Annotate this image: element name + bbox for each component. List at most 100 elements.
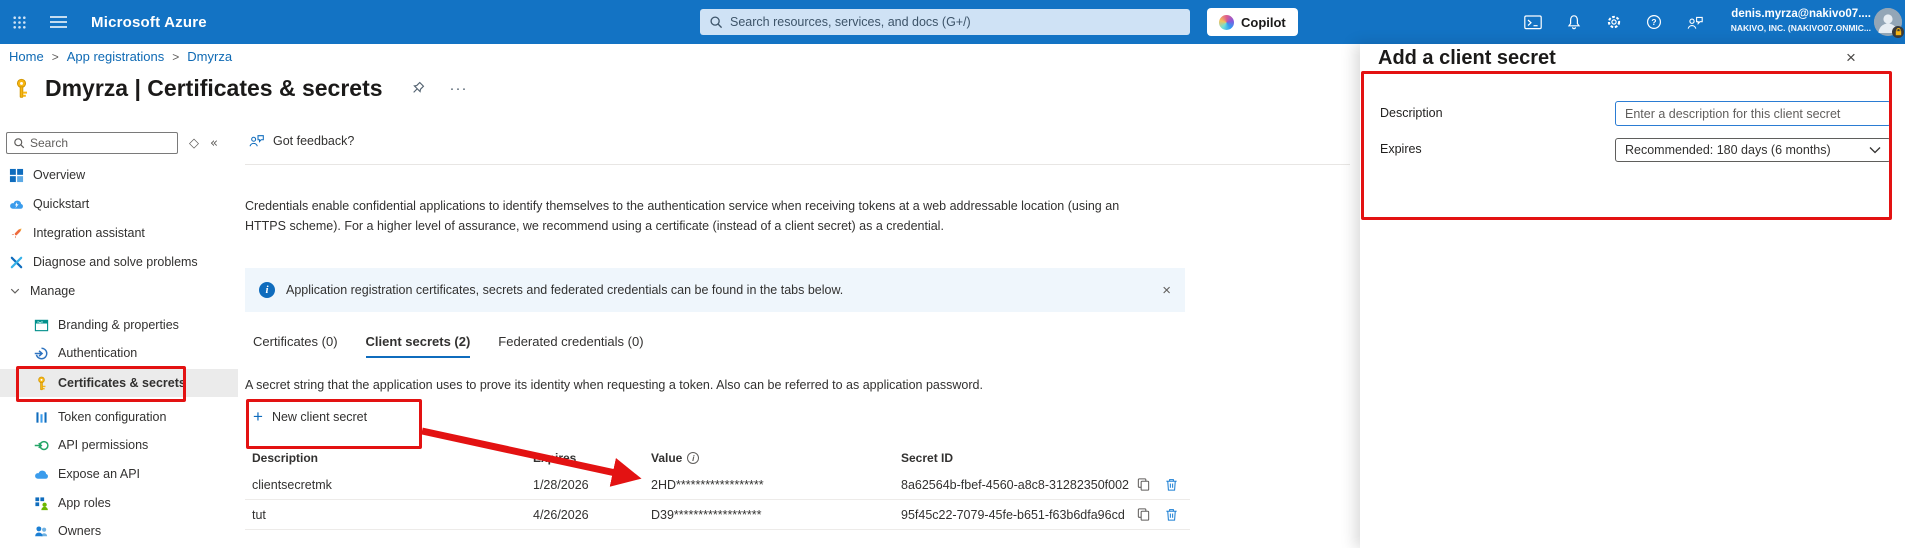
- tab-certificates[interactable]: Certificates (0): [253, 334, 338, 358]
- copilot-icon: [1219, 15, 1234, 30]
- secret-id: 8a62564b-fbef-4560-a8c8-31282350f002: [901, 478, 1136, 492]
- sidebar-item-owners[interactable]: Owners: [0, 517, 238, 545]
- page-header: Dmyrza | Certificates & secrets ···: [11, 72, 468, 104]
- copilot-button[interactable]: Copilot: [1207, 8, 1298, 36]
- account-tenant: NAKIVO, INC. (NAKIVO07.ONMIC...: [1731, 23, 1871, 34]
- expires-selected-value: Recommended: 180 days (6 months): [1625, 143, 1831, 157]
- copy-icon[interactable]: [1136, 477, 1151, 492]
- more-actions-icon[interactable]: ···: [450, 80, 468, 97]
- search-icon: [709, 15, 723, 29]
- table-row[interactable]: clientsecretmk 1/28/2026 2HD************…: [245, 470, 1190, 500]
- client-secret-description-text: A secret string that the application use…: [245, 378, 983, 392]
- value-info-icon[interactable]: i: [687, 452, 699, 464]
- tab-bar: Certificates (0) Client secrets (2) Fede…: [253, 334, 644, 358]
- credentials-intro-text: Credentials enable confidential applicat…: [245, 196, 1153, 236]
- tab-federated-credentials[interactable]: Federated credentials (0): [498, 334, 643, 358]
- col-expires: Expires: [533, 451, 651, 465]
- collapse-menu-icon[interactable]: «: [210, 136, 218, 151]
- page-title: Dmyrza | Certificates & secrets: [45, 75, 383, 102]
- delete-icon[interactable]: [1164, 507, 1179, 522]
- pin-blade-icon[interactable]: ◇: [189, 136, 199, 151]
- sidebar-item-expose-api[interactable]: Expose an API: [0, 460, 238, 488]
- panel-close-icon[interactable]: ×: [1846, 48, 1856, 68]
- secret-id: 95f45c22-7079-45fe-b651-f63b6dfa96cd: [901, 508, 1136, 522]
- blade-sidebar: ◇ « Overview Quickstart Integration assi…: [0, 120, 238, 548]
- sidebar-item-branding[interactable]: Branding & properties: [0, 311, 238, 339]
- new-client-secret-button[interactable]: + New client secret: [253, 410, 367, 424]
- description-field[interactable]: [1615, 101, 1891, 126]
- topbar-icons: ?: [1524, 0, 1704, 44]
- lock-badge-icon: [1892, 26, 1904, 38]
- account-info[interactable]: denis.myrza@nakivo07.... NAKIVO, INC. (N…: [1731, 7, 1871, 34]
- breadcrumb-separator: >: [52, 50, 59, 64]
- breadcrumb-home[interactable]: Home: [9, 49, 44, 64]
- col-secret-id: Secret ID: [901, 451, 1136, 465]
- add-client-secret-panel: Add a client secret × Description Expire…: [1360, 44, 1905, 548]
- account-email: denis.myrza@nakivo07....: [1731, 7, 1871, 23]
- table-row[interactable]: tut 4/26/2026 D39****************** 95f4…: [245, 500, 1190, 530]
- settings-gear-icon[interactable]: [1606, 14, 1622, 30]
- banner-close-icon[interactable]: ×: [1162, 282, 1171, 299]
- sidebar-search-row: ◇ «: [6, 132, 218, 154]
- global-search[interactable]: [700, 9, 1190, 35]
- tab-client-secrets[interactable]: Client secrets (2): [366, 334, 471, 358]
- secret-expires: 4/26/2026: [533, 508, 651, 522]
- search-icon: [13, 137, 25, 149]
- copy-icon[interactable]: [1136, 507, 1151, 522]
- expires-label: Expires: [1380, 142, 1422, 156]
- global-search-input[interactable]: [730, 15, 1181, 29]
- expires-dropdown[interactable]: Recommended: 180 days (6 months): [1615, 138, 1891, 162]
- sidebar-item-api-permissions[interactable]: API permissions: [0, 431, 238, 459]
- secret-value: 2HD******************: [651, 478, 901, 492]
- topbar-left: Microsoft Azure: [13, 0, 207, 44]
- info-icon: i: [259, 282, 275, 298]
- breadcrumb-app-registrations[interactable]: App registrations: [67, 49, 165, 64]
- sidebar-item-certificates-secrets[interactable]: Certificates & secrets: [0, 369, 238, 397]
- breadcrumb-separator: >: [172, 50, 179, 64]
- info-banner: i Application registration certificates,…: [245, 268, 1185, 312]
- col-description: Description: [245, 451, 533, 465]
- sidebar-item-token-configuration[interactable]: Token configuration: [0, 403, 238, 431]
- client-secrets-table: Description Expires Valuei Secret ID cli…: [245, 446, 1190, 530]
- notifications-bell-icon[interactable]: [1566, 14, 1582, 30]
- sidebar-item-integration-assistant[interactable]: Integration assistant: [0, 219, 238, 247]
- delete-icon[interactable]: [1164, 477, 1179, 492]
- description-label: Description: [1380, 106, 1443, 120]
- secret-description: clientsecretmk: [245, 478, 533, 492]
- sidebar-item-diagnose[interactable]: Diagnose and solve problems: [0, 248, 238, 276]
- toolbar-divider: [245, 164, 1350, 165]
- portal-title[interactable]: Microsoft Azure: [91, 14, 207, 31]
- help-icon[interactable]: ?: [1646, 14, 1662, 30]
- sidebar-search[interactable]: [6, 132, 178, 154]
- secret-expires: 1/28/2026: [533, 478, 651, 492]
- sidebar-search-input[interactable]: [30, 136, 171, 150]
- cloud-shell-icon[interactable]: [1524, 15, 1542, 30]
- new-client-secret-label: New client secret: [272, 410, 367, 424]
- sidebar-item-app-roles[interactable]: App roles: [0, 489, 238, 517]
- key-icon: [11, 78, 32, 99]
- col-value: Valuei: [651, 451, 901, 465]
- svg-text:?: ?: [1651, 17, 1656, 27]
- info-banner-text: Application registration certificates, s…: [286, 283, 843, 297]
- plus-icon: +: [253, 410, 263, 424]
- panel-title: Add a client secret: [1378, 47, 1556, 70]
- table-header-row: Description Expires Valuei Secret ID: [245, 446, 1190, 470]
- chevron-down-icon: [1869, 146, 1881, 154]
- hamburger-menu-icon[interactable]: [50, 16, 67, 28]
- breadcrumb-app[interactable]: Dmyrza: [187, 49, 232, 64]
- app-launcher-icon[interactable]: [13, 16, 26, 29]
- sidebar-group-manage[interactable]: Manage: [0, 277, 238, 305]
- blade-content: Got feedback? Credentials enable confide…: [238, 120, 1360, 548]
- secret-value: D39******************: [651, 508, 901, 522]
- feedback-button[interactable]: Got feedback?: [248, 133, 354, 148]
- avatar[interactable]: [1874, 8, 1902, 36]
- chevron-down-icon: [9, 285, 21, 297]
- pin-icon[interactable]: [410, 81, 425, 96]
- feedback-icon[interactable]: [1686, 15, 1704, 30]
- sidebar-item-authentication[interactable]: Authentication: [0, 339, 238, 367]
- copilot-label: Copilot: [1241, 15, 1286, 30]
- feedback-icon: [248, 133, 265, 148]
- sidebar-item-quickstart[interactable]: Quickstart: [0, 190, 238, 218]
- topbar: Microsoft Azure Copilot ? denis.myrza@na…: [0, 0, 1905, 44]
- sidebar-item-overview[interactable]: Overview: [0, 161, 238, 189]
